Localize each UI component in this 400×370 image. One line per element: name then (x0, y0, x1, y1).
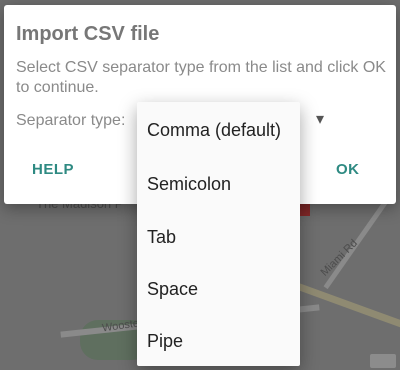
map-marker (300, 204, 310, 216)
help-button[interactable]: HELP (32, 161, 74, 178)
dialog-title: Import CSV file (16, 23, 160, 45)
separator-label: Separator type: (16, 112, 126, 129)
dialog-message: Select CSV separator type from the list … (16, 59, 386, 96)
separator-option-semicolon[interactable]: Semicolon (147, 174, 231, 195)
separator-option-space[interactable]: Space (147, 279, 198, 300)
map-road (282, 277, 400, 330)
separator-option-tab[interactable]: Tab (147, 227, 176, 248)
separator-dropdown-menu: Comma (default) Semicolon Tab Space Pipe (137, 102, 300, 366)
map-zoom-button[interactable] (370, 354, 396, 368)
dropdown-arrow-icon[interactable]: ▾ (316, 109, 324, 129)
separator-option-pipe[interactable]: Pipe (147, 331, 183, 352)
ok-button[interactable]: OK (336, 161, 360, 178)
separator-option-comma[interactable]: Comma (default) (147, 120, 281, 141)
